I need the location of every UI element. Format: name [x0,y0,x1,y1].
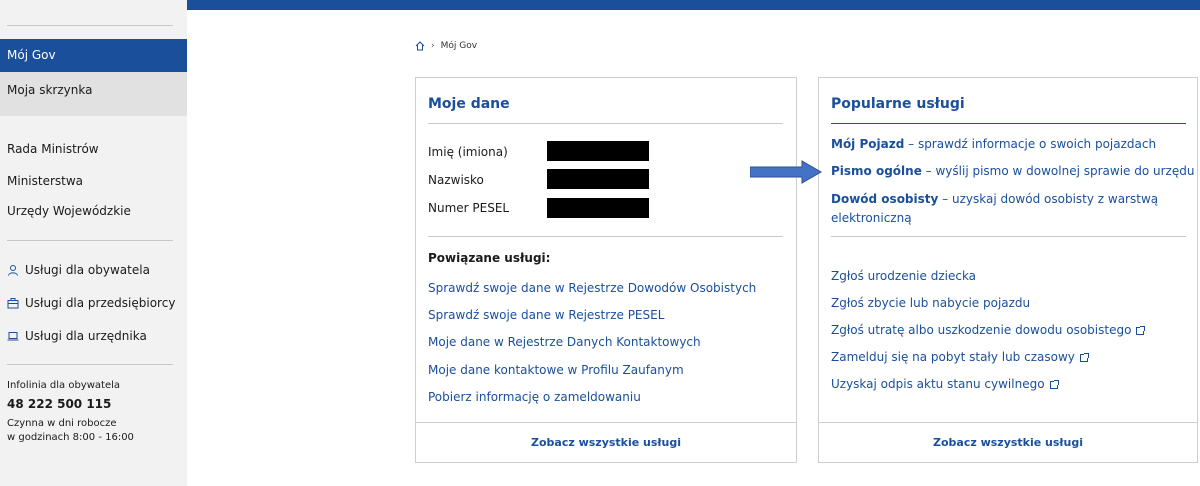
related-services-title: Powiązane usługi: [428,251,551,265]
popularne-uslugi-title: Popularne usługi [831,96,965,112]
related-link[interactable]: Sprawdź swoje dane w Rejestrze Dowodów O… [428,280,756,296]
popular-link-external[interactable]: Zamelduj się na pobyt stały lub czasowy [831,349,1089,365]
laptop-icon [7,332,19,341]
briefcase-icon [7,298,19,309]
related-link[interactable]: Sprawdź swoje dane w Rejestrze PESEL [428,307,664,323]
popular-link[interactable]: Zgłoś zbycie lub nabycie pojazdu [831,295,1030,311]
top-header-bar [187,0,1200,10]
sidebar-link-rada-ministrow[interactable]: Rada Ministrów [7,141,99,157]
redacted-value [547,141,649,161]
infoline-hours-2: w godzinach 8:00 - 16:00 [7,432,134,443]
popular-link[interactable]: Zgłoś urodzenie dziecka [831,268,976,284]
sidebar-item-moj-gov[interactable]: Mój Gov [0,39,187,72]
card-divider [428,123,783,124]
popular-link-label: Zgłoś utratę albo uszkodzenie dowodu oso… [831,323,1132,337]
card-divider [831,123,1186,124]
featured-bold: Dowód osobisty [831,192,939,206]
sidebar-link-urzedy-wojewodzkie[interactable]: Urzędy Wojewódzkie [7,203,131,219]
popular-link-label: Uzyskaj odpis aktu stanu cywilnego [831,377,1045,391]
sidebar-divider [7,240,173,241]
sidebar: Mój Gov Moja skrzynka Rada Ministrów Min… [0,0,187,486]
field-label-imie: Imię (imiona) [428,145,508,159]
redacted-value [547,169,649,189]
field-label-nazwisko: Nazwisko [428,173,484,187]
person-icon [8,265,18,276]
sidebar-divider [7,364,173,365]
sidebar-service-urzednik[interactable]: Usługi dla urzędnika [7,328,147,344]
featured-service-moj-pojazd[interactable]: Mój Pojazd – sprawdź informacje o swoich… [831,136,1156,152]
see-all-services-link[interactable]: Zobacz wszystkie usługi [416,422,796,462]
external-link-icon [1136,325,1146,335]
featured-desc: – sprawdź informacje o swoich pojazdach [904,137,1157,151]
service-label: Usługi dla przedsiębiorcy [25,296,176,310]
card-divider [831,236,1186,237]
home-icon[interactable] [415,41,425,51]
popular-link-external[interactable]: Zgłoś utratę albo uszkodzenie dowodu oso… [831,322,1146,338]
popularne-uslugi-card: Popularne usługi Mój Pojazd – sprawdź in… [818,77,1198,463]
sidebar-item-moja-skrzynka[interactable]: Moja skrzynka [0,72,187,116]
external-link-icon [1049,379,1059,389]
featured-service-dowod-osobisty-cont[interactable]: elektroniczną [831,210,912,226]
infoline-hours-1: Czynna w dni robocze [7,418,117,429]
featured-bold: Mój Pojazd [831,137,905,151]
breadcrumb-separator-icon: › [431,41,435,51]
annotation-arrow-icon [750,160,822,184]
infoline-phone[interactable]: 48 222 500 115 [7,397,111,411]
breadcrumb-current: Mój Gov [440,41,478,51]
sidebar-service-przedsiebiorca[interactable]: Usługi dla przedsiębiorcy [7,295,175,311]
sidebar-link-ministerstwa[interactable]: Ministerstwa [7,173,83,189]
sidebar-top-divider [7,25,173,26]
service-label: Usługi dla urzędnika [25,329,147,343]
popular-link-external[interactable]: Uzyskaj odpis aktu stanu cywilnego [831,376,1059,392]
infoline-title: Infolinia dla obywatela [7,380,121,391]
card-divider [428,236,783,237]
featured-service-dowod-osobisty[interactable]: Dowód osobisty – uzyskaj dowód osobisty … [831,191,1158,207]
field-label-pesel: Numer PESEL [428,201,510,215]
featured-service-pismo-ogolne[interactable]: Pismo ogólne – wyślij pismo w dowolnej s… [831,163,1194,179]
moje-dane-title: Moje dane [428,96,510,112]
external-link-icon [1079,352,1089,362]
breadcrumb: › Mój Gov [415,41,477,51]
moje-dane-card: Moje dane Imię (imiona) Nazwisko Numer P… [415,77,797,463]
redacted-value [547,198,649,218]
popular-link-label: Zamelduj się na pobyt stały lub czasowy [831,350,1075,364]
service-label: Usługi dla obywatela [25,263,150,277]
featured-desc: – uzyskaj dowód osobisty z warstwą [938,192,1159,206]
related-link[interactable]: Moje dane kontaktowe w Profilu Zaufanym [428,362,684,378]
featured-bold: Pismo ogólne [831,164,922,178]
featured-desc: – wyślij pismo w dowolnej sprawie do urz… [921,164,1195,178]
see-all-services-link[interactable]: Zobacz wszystkie usługi [819,422,1197,462]
sidebar-service-obywatel[interactable]: Usługi dla obywatela [7,262,150,278]
related-link[interactable]: Pobierz informację o zameldowaniu [428,389,641,405]
related-link[interactable]: Moje dane w Rejestrze Danych Kontaktowyc… [428,334,701,350]
